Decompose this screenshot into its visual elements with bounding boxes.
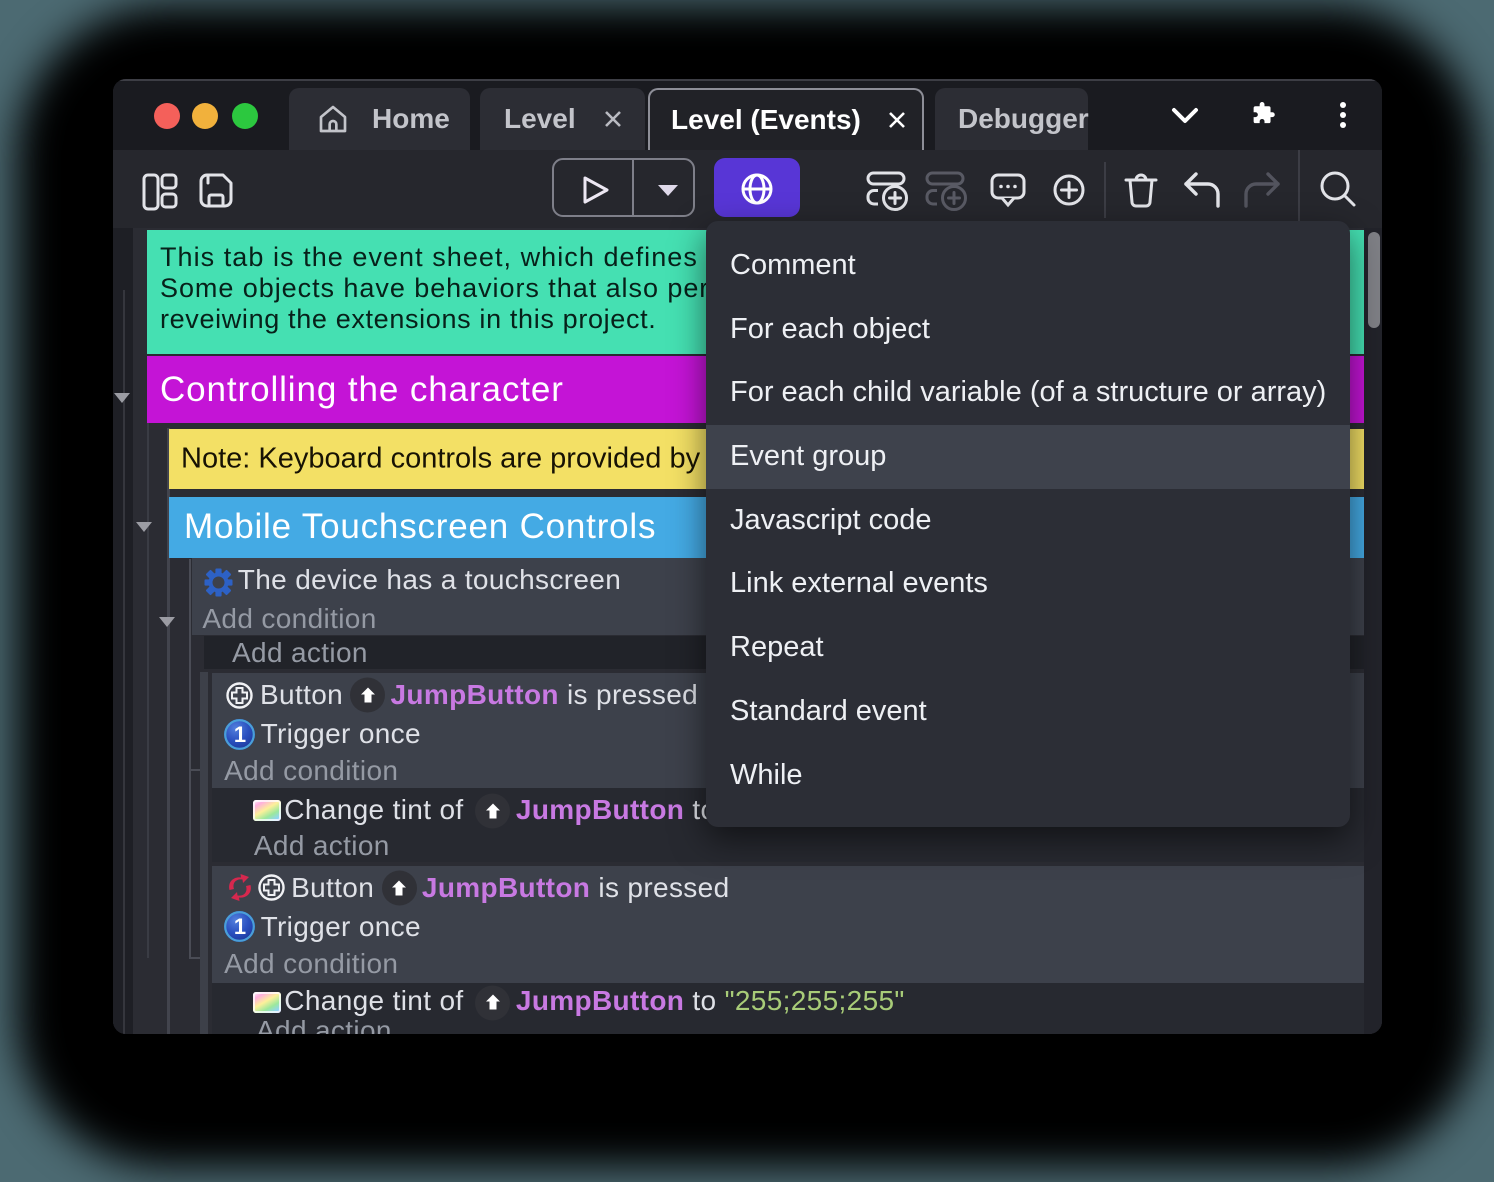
svg-text:1: 1 <box>234 722 246 747</box>
svg-text:1: 1 <box>234 914 246 939</box>
